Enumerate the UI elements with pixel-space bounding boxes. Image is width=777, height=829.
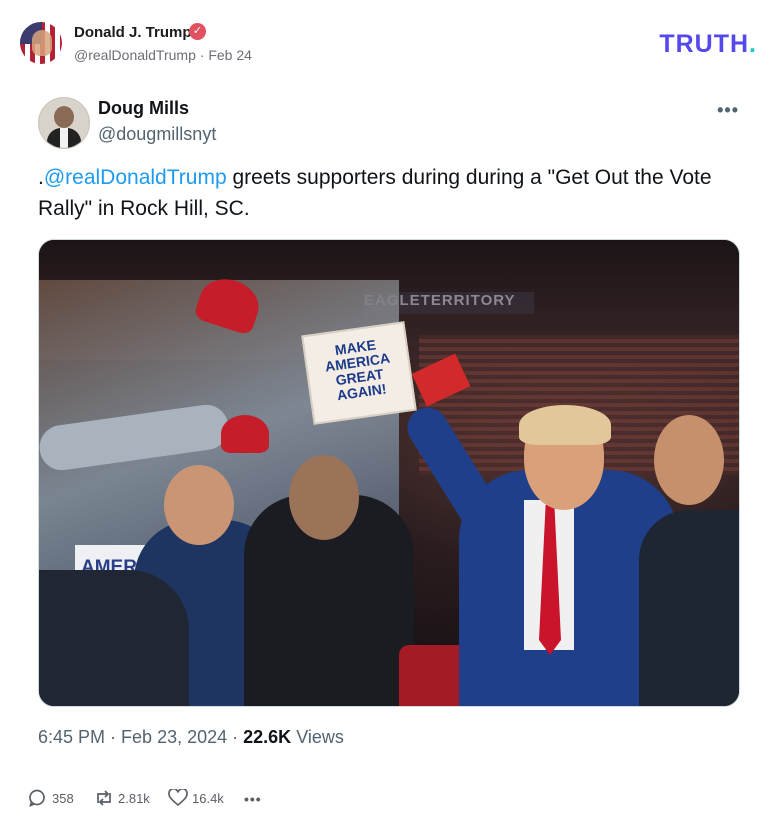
- red-hat: [221, 415, 269, 453]
- embed-avatar[interactable]: [38, 97, 90, 149]
- rally-photo[interactable]: EAGLETERRITORY MAKE AMERICA GREAT AGAIN!…: [38, 239, 740, 707]
- brand-word: TRUTH: [659, 30, 750, 58]
- speaker-hair: [519, 405, 611, 445]
- retruth-icon: [97, 790, 111, 806]
- avatar-shirt: [60, 128, 68, 148]
- like-count: 16.4k: [192, 791, 224, 806]
- maga-sign: MAKE AMERICA GREAT AGAIN!: [301, 321, 417, 425]
- views-count: 22.6K: [243, 727, 292, 747]
- embed-text: .@realDonaldTrump greets supporters duri…: [38, 162, 728, 224]
- supporter-head: [164, 465, 234, 545]
- more-options-icon[interactable]: •••: [717, 100, 739, 121]
- reply-icon: [29, 789, 45, 807]
- post-timestamp: 6:45 PM · Feb 23, 2024 · 22.6K Views: [38, 727, 344, 747]
- brand-dot: .: [749, 30, 757, 58]
- verified-badge-icon: ✓: [189, 23, 206, 40]
- post-header: Donald J. Trump ✓ @realDonaldTrump · Feb…: [20, 20, 757, 66]
- agent-right: [639, 510, 739, 706]
- author-avatar[interactable]: [20, 22, 62, 64]
- post-time: 6:45 PM: [38, 727, 106, 747]
- reply-count: 358: [52, 791, 74, 806]
- post-date[interactable]: Feb 24: [208, 47, 252, 63]
- agent-head: [289, 455, 359, 540]
- embedded-post[interactable]: Doug Mills @dougmillsnyt ••• .@realDonal…: [20, 82, 757, 772]
- truth-logo[interactable]: TRUTH.: [659, 30, 757, 59]
- author-handle[interactable]: @realDonaldTrump: [74, 47, 196, 63]
- heart-icon: [168, 789, 188, 807]
- agent-right-head: [654, 415, 724, 505]
- embed-author-handle[interactable]: @dougmillsnyt: [98, 124, 216, 145]
- author-name[interactable]: Donald J. Trump: [74, 24, 192, 41]
- retruth-count: 2.81k: [118, 791, 150, 806]
- views-label: Views: [296, 727, 344, 747]
- mention-link[interactable]: @realDonaldTrump: [44, 166, 227, 189]
- avatar-head: [54, 106, 74, 128]
- author-meta: @realDonaldTrump · Feb 24: [74, 47, 252, 63]
- agent-left: [39, 570, 189, 706]
- post-full-date: Feb 23, 2024: [121, 727, 228, 747]
- more-actions-icon[interactable]: •••: [244, 787, 262, 811]
- avatar-face: [32, 30, 52, 56]
- embed-author-name[interactable]: Doug Mills: [98, 98, 189, 119]
